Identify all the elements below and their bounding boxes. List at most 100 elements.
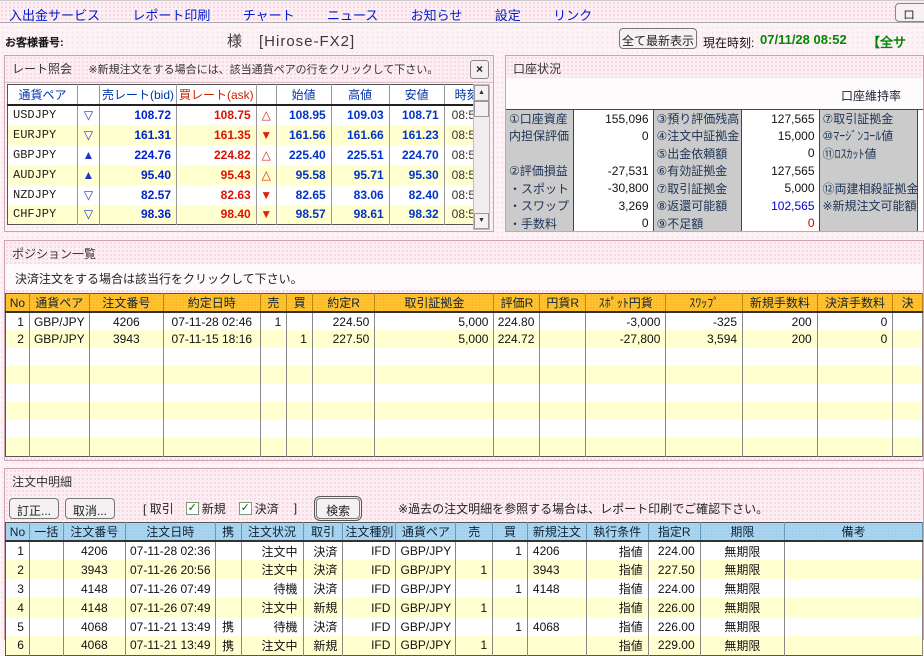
amend-order-button[interactable]: 訂正... <box>9 497 60 519</box>
rate-row-EURJPY[interactable]: EURJPY ▽ 161.31 161.35 ▼ 161.56 161.66 161.23 08… <box>7 124 490 145</box>
cell-order-type: IFD <box>342 598 397 617</box>
order-row[interactable]: 5 4068 07-11-21 13:49 携待機 決済 IFD GBP/JPY 1 4068 指… <box>5 617 923 636</box>
rate-cell-ask: 82.63 <box>176 184 257 205</box>
cancel-order-button[interactable]: 取消... <box>65 497 116 519</box>
header-pair: 通貨ペア <box>29 293 90 313</box>
cell-order-number: 4148 <box>63 579 126 598</box>
menu-item-deposit[interactable]: 入出金サービス <box>9 5 100 24</box>
cell-sell: 1 <box>260 312 288 330</box>
account-label: ⑦取引証拠金 <box>653 179 742 197</box>
cell-new-fee: 200 <box>742 330 818 348</box>
position-row[interactable]: 2 GBP/JPY 3943 07-11-15 18:16 1 227.50 5,000 22… <box>5 330 923 348</box>
rate-cell-bid_dir: ▲ <box>77 164 100 185</box>
cell-eval-rate <box>493 384 541 402</box>
order-table-header-row: No 一括 注文番号 注文日時携注文状況 取引 注文種別 通貨ペア売買新規注文 執行条件 指定R… <box>5 522 923 542</box>
rate-cell-bid: 82.57 <box>99 184 178 205</box>
cell-spot-yen <box>585 438 667 456</box>
order-row[interactable]: 1 4206 07-11-28 02:36 注文中 決済 IFD GBP/JPY 1 4206 指… <box>5 541 923 560</box>
rate-cell-bid: 161.31 <box>99 124 178 145</box>
cell-order-status: 待機 <box>241 579 304 598</box>
account-label: ④注文中証拠金 <box>653 127 742 145</box>
cell-executed-rate <box>312 366 376 384</box>
account-label: ⑨不足額 <box>653 214 742 231</box>
cell-order-number: 3943 <box>89 330 164 348</box>
cell-sell <box>260 348 288 366</box>
cell-executed-rate <box>312 438 376 456</box>
rate-cell-pair: NZDJPY <box>7 184 78 205</box>
menu-item-notice[interactable]: お知らせ <box>411 5 463 24</box>
cell-order-number: 4206 <box>63 541 126 560</box>
rate-header-ask: 買レート(ask) <box>176 84 257 106</box>
rate-table: 通貨ペア 売レート(bid) 買レート(ask) 始値 高値 安値 時刻 USDJPY ▽ 10… <box>7 84 490 225</box>
cell-buy: 1 <box>492 541 528 560</box>
cell-trade: 決済 <box>303 617 344 636</box>
rate-row-CHFJPY[interactable]: CHFJPY ▽ 98.36 98.40 ▼ 98.57 98.61 98.32 08:52 <box>7 204 490 225</box>
scroll-down-icon[interactable]: ▼ <box>474 213 489 229</box>
rate-row-NZDJPY[interactable]: NZDJPY ▽ 82.57 82.63 ▼ 82.65 83.06 82.40 08:52 <box>7 184 490 205</box>
order-row[interactable]: 3 4148 07-11-26 07:49 待機 決済 IFD GBP/JPY 1 4148 指値… <box>5 579 923 598</box>
cell-no: 4 <box>5 598 30 617</box>
scroll-up-icon[interactable]: ▲ <box>474 85 489 101</box>
cell-new-fee: 200 <box>742 312 818 330</box>
all-services-link-partial[interactable]: 【全サ <box>867 32 906 51</box>
header-sell: 売 <box>455 522 494 542</box>
rate-scrollbar[interactable]: ▲ ▼ <box>473 84 490 230</box>
account-label: 内担保評価 <box>506 127 574 145</box>
header-close-fee: 決済手数料 <box>817 293 894 313</box>
close-order-checkbox[interactable]: ✓ <box>238 501 252 515</box>
rate-row-AUDJPY[interactable]: AUDJPY ▲ 95.40 95.43 △ 95.58 95.71 95.30 08:52 <box>7 164 490 185</box>
order-row[interactable]: 4 4148 07-11-26 07:49 注文中 新規 IFD GBP/JPY 1 指値 226… <box>5 598 923 617</box>
menu-item-news[interactable]: ニュース <box>327 5 378 24</box>
cell-expiry: 無期限 <box>700 560 786 579</box>
account-value: -27,531 <box>573 162 654 180</box>
cell-trade: 新規 <box>303 598 344 617</box>
rate-cell-ask_dir: △ <box>256 104 277 125</box>
cell-eval-rate: 224.72 <box>493 330 541 348</box>
cell-new-order: 4148 <box>527 579 587 598</box>
cell-executed-datetime <box>163 438 261 456</box>
rate-cell-high: 109.03 <box>331 104 390 125</box>
rate-cell-pair: USDJPY <box>7 104 78 125</box>
cell-executed-rate: 224.50 <box>312 312 376 330</box>
cell-order-number: 4206 <box>89 312 164 330</box>
logout-button-partial[interactable]: ロ <box>895 3 924 22</box>
order-row[interactable]: 6 4068 07-11-21 13:49 携注文中 新規 IFD GBP/JPY 1 指値 22… <box>5 636 923 655</box>
empty-row <box>5 420 923 438</box>
cell-buy: 1 <box>492 617 528 636</box>
cell-spot-yen <box>585 384 667 402</box>
cell-remarks <box>784 579 923 598</box>
refresh-all-button[interactable]: 全て最新表示 <box>619 28 697 49</box>
account-label: ⑩ﾏｰｼﾞﾝｺｰﾙ値 <box>819 127 918 145</box>
account-value <box>917 179 923 197</box>
cell-order-number: 4068 <box>63 636 126 655</box>
cell-executed-datetime <box>163 366 261 384</box>
menu-item-report-print[interactable]: レポート印刷 <box>132 5 210 24</box>
close-icon[interactable]: × <box>470 60 489 79</box>
account-value: 127,565 <box>741 162 820 180</box>
new-order-checkbox[interactable]: ✓ <box>185 501 199 515</box>
cell-pair <box>29 402 90 420</box>
cell-order-number <box>89 402 164 420</box>
cell-pair <box>29 384 90 402</box>
menu-item-chart[interactable]: チャート <box>243 5 295 24</box>
rate-cell-ask: 98.40 <box>176 204 257 225</box>
menu-item-links[interactable]: リンク <box>553 5 592 24</box>
position-panel-note: 決済注文をする場合は該当行をクリックして下さい。 <box>6 264 922 290</box>
rate-row-USDJPY[interactable]: USDJPY ▽ 108.72 108.75 △ 108.95 109.03 108.71 08… <box>7 104 490 125</box>
scrollbar-thumb[interactable] <box>474 101 489 117</box>
cell-executed-datetime <box>163 402 261 420</box>
cell-no: 3 <box>5 579 30 598</box>
menu-item-settings[interactable]: 設定 <box>495 5 521 24</box>
cell-new-fee <box>742 366 818 384</box>
rate-row-GBPJPY[interactable]: GBPJPY ▲ 224.76 224.82 △ 225.40 225.51 224.70 08… <box>7 144 490 165</box>
order-row[interactable]: 2 3943 07-11-26 20:56 注文中 決済 IFD GBP/JPY 1 3943 指… <box>5 560 923 579</box>
cell-spot-yen <box>585 348 667 366</box>
header-executed-datetime: 約定日時 <box>163 293 261 313</box>
account-value: 3,269 <box>573 197 654 215</box>
search-button[interactable]: 検索 <box>314 495 363 521</box>
cell-order-number: 3943 <box>63 560 126 579</box>
position-panel-title-bar: ポジション一覧 <box>5 241 923 263</box>
cell-sell: 1 <box>455 560 494 579</box>
position-row[interactable]: 1 GBP/JPY 4206 07-11-28 02:46 1 224.50 5,000 22… <box>5 312 923 330</box>
header-specified-rate: 指定R <box>648 522 701 542</box>
